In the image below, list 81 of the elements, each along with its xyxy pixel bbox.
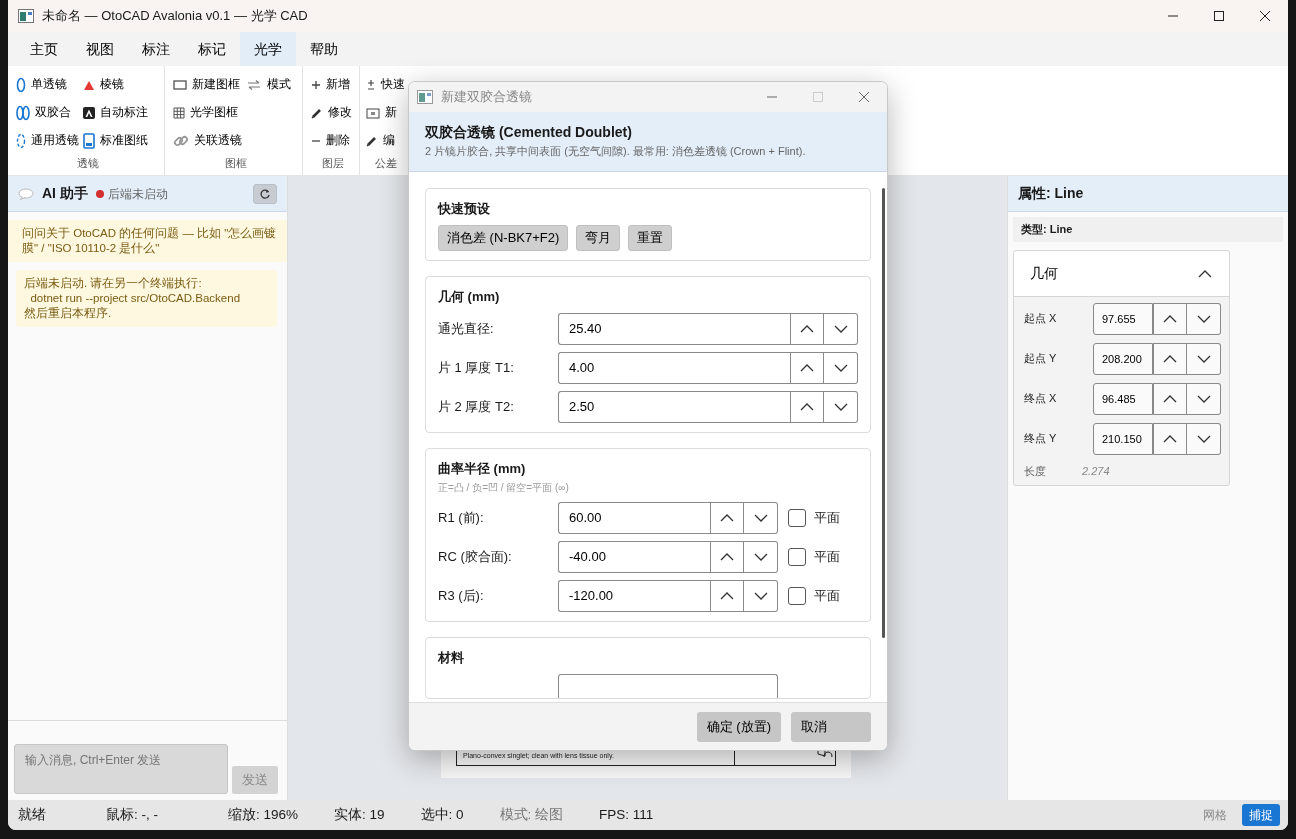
field-label: 终点 Y [1024,431,1058,447]
checkbox-label: 平面 [814,547,840,566]
field-label: 片 2 厚度 T2: [438,398,515,417]
status-text: 缩放: 196% [228,805,299,824]
window-title: 未命名 — OtoCAD Avalonia v0.1 — 光学 CAD [42,7,308,26]
section-title: 材料 [438,648,465,667]
checkbox-label: 平面 [814,508,840,527]
ribbon-button[interactable]: 删除 [309,130,354,152]
number-field[interactable]: 60.00 [558,501,710,534]
field-label: 终点 X [1024,391,1058,407]
number-field[interactable]: 210.150 [1093,422,1153,455]
panel-title: 属性: Line [1008,176,1288,212]
dialog-heading: 双胶合透镜 (Cemented Doublet) [425,123,633,142]
ribbon-button[interactable]: 新建图框 [171,74,244,96]
field-label: 通光直径: [438,320,495,339]
section-title: 曲率半径 (mm) [438,460,527,478]
number-field[interactable]: -40.00 [558,540,710,573]
status-text: 选中: 0 [420,805,464,824]
status-text: 后端未启动 [107,185,168,203]
status-text: FPS: 111 [599,805,654,824]
number-field[interactable]: 208.200 [1093,342,1153,375]
section-title: 快速预设 [438,199,491,218]
error-message: 后端未启动. 请在另一个终端执行: dotnet run --project src/OtoCAD.Backend 然后重启本程序. [16,269,277,327]
ribbon-button[interactable]: 模式 [244,74,293,96]
message-input[interactable]: 输入消息, Ctrl+Enter 发送 [14,744,228,794]
field-label: R3 (后): [438,586,485,605]
ribbon-button[interactable]: 棱镜 [81,74,150,96]
panel-title: AI 助手 [42,184,88,203]
ribbon-button[interactable]: 光学图框 [171,102,244,124]
status-text: 实体: 19 [334,805,385,824]
group-label: 图框 [223,155,248,171]
preset-button[interactable]: 重置 [628,225,673,251]
preset-button[interactable]: 弯月 [576,225,621,251]
menu-tab[interactable]: 视图 [72,32,128,66]
status-text: 鼠标: -, - [106,805,158,824]
status-text: 就绪 [18,805,46,824]
group-label: 透镜 [76,155,100,171]
field-label: 长度 [1024,463,1046,479]
group-label: 公差 [374,155,398,171]
field-label: 起点 Y [1024,351,1058,367]
menu-tab[interactable]: 帮助 [296,32,352,66]
menu-tab[interactable]: 光学 [240,32,296,66]
toggle-button[interactable]: 捕捉 [1242,804,1280,826]
number-field[interactable]: 4.00 [558,352,790,384]
ribbon-button[interactable]: 新增 [309,74,354,96]
ribbon-button[interactable]: 新 [364,102,407,124]
ribbon-button[interactable]: 通用透镜 [14,130,81,152]
field-label: 起点 X [1024,311,1058,327]
ribbon-button[interactable]: 修改 [309,102,354,124]
checkbox-label: 平面 [814,586,840,605]
field-label: RC (胶合面): [438,547,513,566]
cancel-button[interactable]: 取消 [791,711,871,742]
field-label: 片 1 厚度 T1: [438,359,515,378]
ribbon-button[interactable]: 编 [364,130,407,152]
dialog-description: 2 片镜片胶合, 共享中间表面 (无空气间隙). 最常用: 消色差透镜 (Crown + Flint). [425,144,807,159]
type-label: 类型: Line [1013,217,1283,242]
preset-button[interactable]: 消色差 (N-BK7+F2) [438,225,569,251]
menu-tab[interactable]: 标注 [128,32,184,66]
hint-text: 正=凸 / 负=凹 / 留空=平面 (∞) [438,480,570,495]
hint-message: 问问关于 OtoCAD 的任何问题 — 比如 "怎么画镀膜" / "ISO 10110-2 是什么" [8,220,287,262]
status-text: 模式: 绘图 [499,805,564,824]
number-field[interactable]: 97.655 [1093,302,1153,335]
menu-tab[interactable]: 主页 [16,32,72,66]
ribbon-button[interactable]: 自动标注 [81,102,150,124]
ribbon-button[interactable]: 关联透镜 [171,130,244,152]
menu-tab[interactable]: 标记 [184,32,240,66]
accordion-header[interactable]: 几何 [1014,250,1229,297]
confirm-button[interactable]: 确定 (放置) [696,711,781,742]
dialog-title: 新建双胶合透镜 [441,88,532,107]
ribbon-button[interactable]: 单透镜 [14,74,81,96]
field-value: 2.274 [1082,463,1110,479]
number-field[interactable]: 96.485 [1093,382,1153,415]
field-label: R1 (前): [438,508,485,527]
section-title: 几何 (mm) [438,287,501,306]
ribbon-button[interactable]: 快速 [364,74,407,96]
ribbon-button[interactable]: 双胶合 [14,102,81,124]
number-field[interactable]: 2.50 [558,391,790,423]
group-label: 图层 [321,155,345,171]
number-field[interactable]: -120.00 [558,579,710,612]
ribbon-button[interactable]: 标准图纸 [81,130,150,152]
number-field[interactable]: 25.40 [558,313,790,345]
